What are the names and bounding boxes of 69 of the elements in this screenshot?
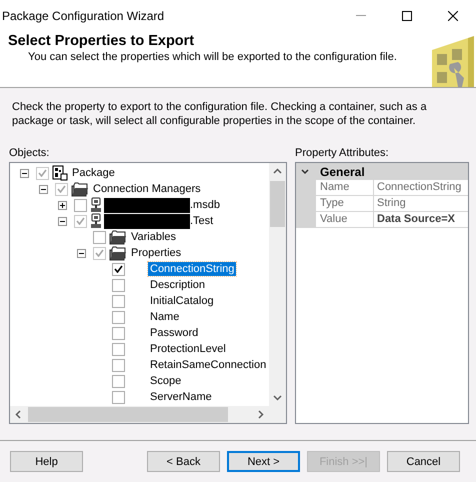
property-value[interactable]: ConnectionString — [374, 180, 468, 196]
scroll-thumb[interactable] — [270, 181, 285, 227]
tree-item[interactable]: InitialCatalog — [148, 294, 216, 308]
checkbox[interactable] — [112, 390, 125, 404]
objects-label: Objects: — [9, 146, 50, 160]
package-icon — [52, 165, 68, 181]
wizard-button[interactable]: < Back — [147, 451, 220, 472]
database-icon — [90, 213, 102, 229]
wizard-button[interactable]: Next > — [227, 451, 300, 472]
property-name: Name — [316, 180, 374, 196]
checkbox[interactable] — [112, 310, 125, 324]
checkbox[interactable] — [93, 230, 106, 244]
maximize-icon — [402, 10, 412, 20]
tree-item[interactable]: Name — [148, 310, 182, 324]
tree-item[interactable]: Scope — [148, 374, 184, 388]
tree-item[interactable]: Connection Managers — [91, 182, 203, 196]
checkbox[interactable] — [112, 358, 125, 372]
scroll-thumb[interactable] — [28, 407, 228, 422]
folder-icon — [109, 246, 127, 260]
property-value[interactable]: String — [374, 196, 468, 212]
checkbox[interactable] — [74, 214, 87, 228]
scroll-down-icon[interactable] — [273, 395, 282, 401]
minimize-icon — [356, 15, 366, 16]
horizontal-scrollbar[interactable] — [10, 406, 269, 423]
property-value[interactable]: Data Source=X — [374, 212, 468, 228]
expander-toggle[interactable] — [39, 184, 48, 194]
checkbox[interactable] — [112, 326, 125, 340]
tree-item[interactable]: Password — [148, 326, 200, 340]
tree-item[interactable]: .msdb — [190, 198, 222, 212]
checkbox[interactable] — [112, 278, 125, 292]
tree-item[interactable]: ProtectionLevel — [148, 342, 228, 356]
category-label: General — [319, 164, 365, 180]
expander-toggle[interactable] — [58, 200, 67, 210]
tree-item[interactable]: .Test — [190, 214, 216, 228]
checkbox[interactable] — [112, 342, 125, 356]
page-title: Select Properties to Export — [8, 33, 196, 49]
checkbox[interactable] — [112, 262, 125, 276]
property-attributes-label: Property Attributes: — [295, 146, 390, 160]
tree-item[interactable]: Package — [70, 166, 117, 180]
tree-item[interactable]: Variables — [129, 230, 178, 244]
checkbox[interactable] — [74, 198, 87, 212]
folder-icon — [109, 230, 127, 244]
expander-toggle[interactable] — [77, 248, 86, 258]
page-subtitle: You can select the properties which will be exported to the configuration file. — [27, 51, 397, 63]
wizard-button[interactable]: Help — [10, 451, 83, 472]
tree-item[interactable]: ConnectionString — [148, 262, 236, 276]
instructions-text: Check the property to export to the configuration file. Checking a container, such as a package or task, will select all configurable properties in the scope of the container. — [11, 100, 428, 129]
checkbox[interactable] — [93, 246, 106, 260]
tree-item[interactable]: Properties — [129, 246, 184, 260]
wizard-button[interactable]: Cancel — [387, 451, 460, 472]
checkbox[interactable] — [55, 182, 68, 196]
database-icon — [90, 197, 102, 213]
expander-toggle[interactable] — [20, 168, 29, 178]
tree-item[interactable]: RetainSameConnection — [148, 358, 268, 372]
property-name: Type — [316, 196, 374, 212]
checkbox[interactable] — [112, 374, 125, 388]
folder-icon — [71, 182, 89, 196]
scroll-right-icon[interactable] — [258, 410, 264, 419]
vertical-scrollbar[interactable] — [269, 163, 286, 406]
property-name: Value — [316, 212, 374, 228]
checkbox[interactable] — [36, 166, 49, 180]
scroll-left-icon[interactable] — [15, 410, 21, 419]
tree-item[interactable]: Description — [148, 278, 208, 292]
checkbox[interactable] — [112, 294, 125, 308]
window-title: Package Configuration Wizard — [2, 8, 166, 24]
expander-toggle[interactable] — [58, 216, 67, 226]
tree-item[interactable]: ServerName — [148, 390, 214, 404]
close-icon — [448, 10, 458, 20]
scroll-up-icon[interactable] — [273, 168, 282, 174]
